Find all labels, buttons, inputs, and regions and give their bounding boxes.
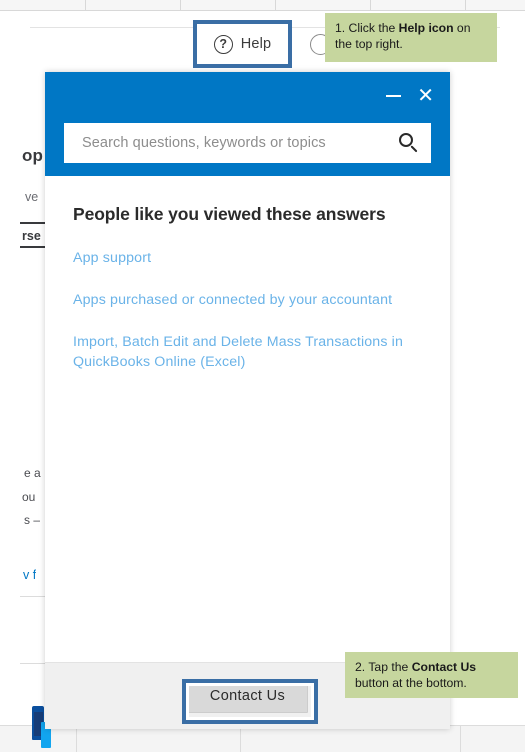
page-fragment-tab: rse [22, 229, 41, 243]
search-box[interactable] [64, 123, 431, 163]
page-fragment-tab-underline [20, 246, 46, 248]
window-controls: ✕ [386, 86, 434, 106]
callout-2-prefix: 2. Tap the [355, 660, 412, 674]
callout-2-bold: Contact Us [411, 660, 477, 674]
page-fragment-body-2: ou [22, 490, 36, 504]
contact-us-button[interactable]: Contact Us [186, 679, 309, 713]
page-fragment-body-3: s – [24, 513, 41, 527]
app-footer-bar [0, 725, 525, 752]
search-input[interactable] [80, 134, 393, 152]
help-button[interactable]: ? Help [199, 26, 286, 62]
help-button-label: Help [240, 36, 272, 52]
help-panel-body: People like you viewed these answers App… [45, 176, 450, 662]
question-circle-icon: ? [213, 34, 233, 54]
callout-1-bold: Help icon [398, 21, 454, 35]
search-icon[interactable] [399, 133, 419, 153]
spreadsheet-column-headers [0, 0, 525, 11]
page-fragment-subtext: ve [25, 190, 39, 204]
page-fragment-heading: op [22, 146, 43, 165]
close-icon[interactable]: ✕ [417, 86, 434, 106]
page-fragment-rule-2 [20, 663, 46, 664]
answer-link-import-batch-edit[interactable]: Import, Batch Edit and Delete Mass Trans… [73, 332, 422, 372]
page-fragment-body-1: e a [24, 466, 41, 480]
callout-step-2: 2. Tap the Contact Us button at the bott… [345, 652, 518, 698]
minimize-icon[interactable] [386, 87, 402, 105]
answer-link-app-support[interactable]: App support [73, 248, 422, 268]
page-fragment-tab-divider [20, 222, 46, 224]
answer-link-apps-purchased[interactable]: Apps purchased or connected by your acco… [73, 290, 422, 310]
answers-heading: People like you viewed these answers [73, 204, 386, 224]
callout-step-1: 1. Click the Help icon on the top right. [325, 13, 497, 62]
callout-1-prefix: 1. Click the [335, 21, 399, 35]
help-panel-header: ✕ [45, 72, 450, 176]
page-fragment-rule [20, 596, 46, 597]
page-fragment-link[interactable]: v f [23, 568, 36, 582]
callout-2-suffix: button at the bottom. [355, 676, 467, 691]
help-panel: ✕ People like you viewed these answers A… [45, 72, 450, 729]
